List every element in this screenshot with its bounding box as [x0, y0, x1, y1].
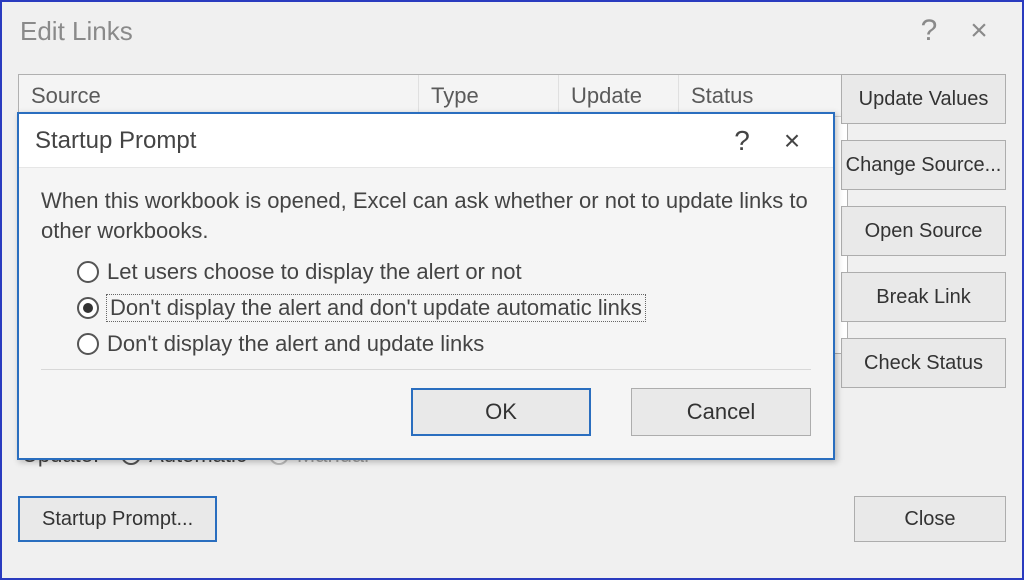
startup-prompt-titlebar: Startup Prompt ? × — [19, 114, 833, 168]
ok-label: OK — [485, 399, 517, 425]
change-source-label: Change Source... — [846, 154, 1002, 177]
col-source[interactable]: Source — [19, 75, 419, 116]
close-icon[interactable]: × — [767, 127, 817, 155]
window-frame: Edit Links ? × Source Type Update Status… — [0, 0, 1024, 580]
update-values-button[interactable]: Update Values — [841, 74, 1006, 124]
update-values-label: Update Values — [859, 88, 989, 111]
edit-links-bottom-row: Startup Prompt... Close — [18, 496, 1006, 542]
close-icon[interactable]: × — [954, 16, 1004, 46]
check-status-label: Check Status — [864, 352, 983, 375]
ok-button[interactable]: OK — [411, 388, 591, 436]
radio-icon — [77, 333, 99, 355]
col-type[interactable]: Type — [419, 75, 559, 116]
option-label: Don't display the alert and update links — [107, 331, 484, 357]
open-source-label: Open Source — [865, 220, 983, 243]
change-source-button[interactable]: Change Source... — [841, 140, 1006, 190]
startup-prompt-label: Startup Prompt... — [42, 508, 193, 531]
startup-prompt-title: Startup Prompt — [35, 127, 196, 155]
close-button[interactable]: Close — [854, 496, 1006, 542]
edit-links-title: Edit Links — [20, 16, 133, 47]
startup-prompt-message: When this workbook is opened, Excel can … — [41, 186, 811, 245]
links-table-header: Source Type Update Status — [19, 75, 847, 117]
option-dont-display-update[interactable]: Don't display the alert and update links — [77, 331, 811, 357]
option-label: Don't display the alert and don't update… — [107, 295, 645, 321]
open-source-button[interactable]: Open Source — [841, 206, 1006, 256]
option-label: Let users choose to display the alert or… — [107, 259, 522, 285]
break-link-label: Break Link — [876, 286, 971, 309]
col-update[interactable]: Update — [559, 75, 679, 116]
startup-prompt-button[interactable]: Startup Prompt... — [18, 496, 217, 542]
startup-prompt-body: When this workbook is opened, Excel can … — [19, 168, 833, 388]
startup-prompt-buttons: OK Cancel — [19, 388, 833, 458]
break-link-button[interactable]: Break Link — [841, 272, 1006, 322]
edit-links-action-buttons: Update Values Change Source... Open Sour… — [841, 74, 1006, 388]
separator — [41, 369, 811, 370]
check-status-button[interactable]: Check Status — [841, 338, 1006, 388]
cancel-button[interactable]: Cancel — [631, 388, 811, 436]
startup-prompt-options: Let users choose to display the alert or… — [41, 259, 811, 357]
cancel-label: Cancel — [687, 399, 755, 425]
close-button-label: Close — [904, 508, 955, 531]
col-status[interactable]: Status — [679, 75, 847, 116]
radio-icon — [77, 261, 99, 283]
radio-dot-icon — [77, 297, 99, 319]
help-icon[interactable]: ? — [717, 127, 767, 155]
option-dont-display-dont-update[interactable]: Don't display the alert and don't update… — [77, 295, 811, 321]
option-let-users-choose[interactable]: Let users choose to display the alert or… — [77, 259, 811, 285]
help-icon[interactable]: ? — [904, 16, 954, 46]
startup-prompt-dialog: Startup Prompt ? × When this workbook is… — [17, 112, 835, 460]
edit-links-titlebar: Edit Links ? × — [4, 4, 1020, 58]
